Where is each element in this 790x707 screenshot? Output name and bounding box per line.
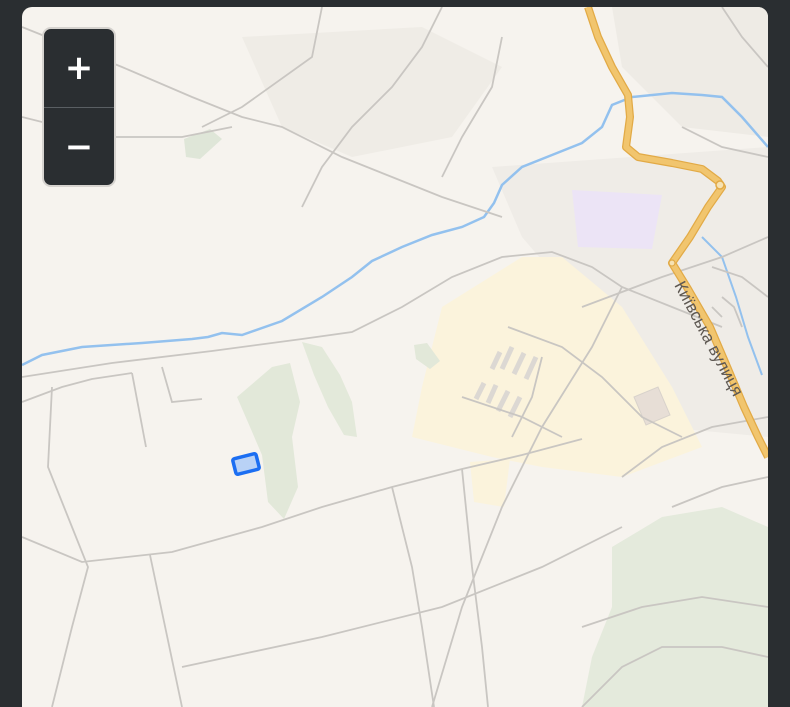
road-junction xyxy=(715,180,725,190)
map-layer: Київська вулиця xyxy=(22,7,768,707)
zoom-out-button[interactable]: − xyxy=(44,108,114,185)
forest-patch xyxy=(237,363,300,519)
forest-patch xyxy=(582,507,768,707)
zoom-control: + − xyxy=(42,27,116,187)
parcel-marker[interactable] xyxy=(231,452,261,476)
zoom-in-button[interactable]: + xyxy=(44,29,114,108)
forest-patch xyxy=(302,342,357,437)
institution-area xyxy=(572,190,662,249)
map-canvas[interactable]: Київська вулиця xyxy=(22,7,768,707)
road-junction xyxy=(668,259,676,267)
landuse-fields xyxy=(242,27,502,157)
landuse-fields xyxy=(612,7,768,137)
